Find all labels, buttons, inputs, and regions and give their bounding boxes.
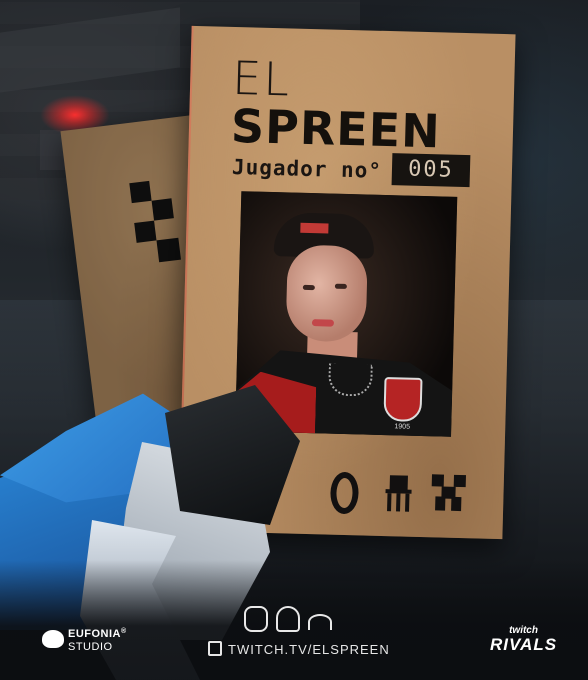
triangle-icon xyxy=(377,469,420,514)
twitch-icon xyxy=(208,641,222,656)
character-logo-icon xyxy=(276,606,300,632)
player-number: 005 xyxy=(391,153,471,188)
pixel-block xyxy=(134,220,157,243)
card-title-line1: EL xyxy=(231,50,292,107)
studio-name-text: EUFONIA xyxy=(68,628,121,640)
studio-name: EUFONIA® xyxy=(68,628,127,640)
wing-logo-icon xyxy=(308,614,332,630)
twitch-rivals-logo: twitch RIVALS xyxy=(490,626,557,655)
lips xyxy=(311,319,335,327)
sponsor-logos xyxy=(244,606,334,636)
mascot-logo-icon xyxy=(244,606,268,632)
card-title-line2: SPREEN xyxy=(230,98,442,159)
face xyxy=(285,244,368,343)
right-eye xyxy=(334,283,347,289)
square-icon xyxy=(427,470,470,515)
circle-icon xyxy=(321,467,364,515)
left-eye xyxy=(302,284,315,291)
pixel-block xyxy=(151,198,174,221)
channel-link[interactable]: TWITCH.TV/ELSPREEN xyxy=(208,641,390,657)
studio-emblem-icon xyxy=(42,630,64,648)
rivals-main-text: RIVALS xyxy=(490,635,558,654)
channel-url: TWITCH.TV/ELSPREEN xyxy=(228,642,390,657)
club-crest-icon xyxy=(383,377,423,422)
cap-logo xyxy=(300,222,329,234)
studio-sub: STUDIO xyxy=(68,641,113,653)
player-photo: 1905 xyxy=(235,191,458,437)
player-label: Jugador no° xyxy=(231,154,383,183)
studio-trademark: ® xyxy=(121,628,127,635)
poster-scene: EL SPREEN Jugador no° 005 1905 EUFONIA® … xyxy=(0,0,588,680)
crest-year: 1905 xyxy=(394,423,411,431)
pixel-block xyxy=(156,237,181,263)
pixel-block xyxy=(129,180,152,204)
